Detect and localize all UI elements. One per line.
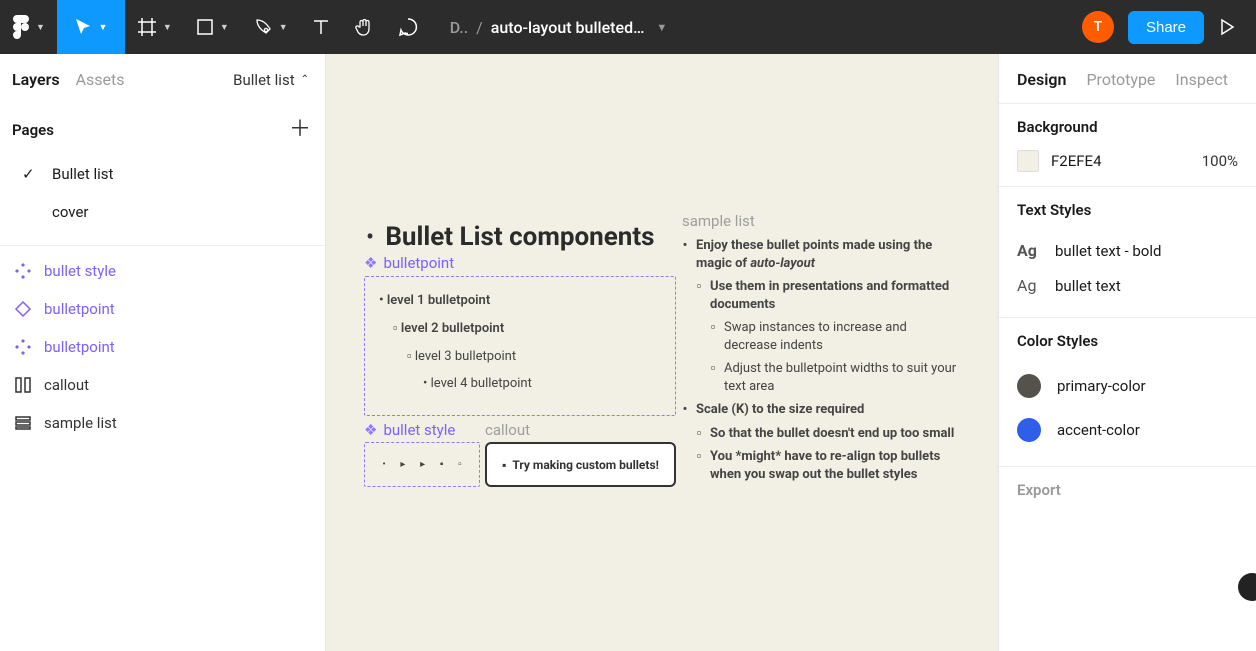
check-icon: ✓ (22, 165, 38, 183)
level-2-row: ▫ level 2 bulletpoint (379, 314, 661, 342)
sample-list-frame[interactable]: •Enjoy these bullet points made using th… (682, 234, 962, 487)
comment-tool-button[interactable] (386, 0, 430, 54)
tab-prototype[interactable]: Prototype (1086, 70, 1155, 89)
level-4-row: • level 4 bulletpoint (379, 370, 661, 397)
color-swatch[interactable] (1017, 150, 1039, 172)
rectangle-icon (196, 18, 214, 36)
frame-tool-button[interactable]: ▼ (125, 0, 184, 54)
component-icon: ❖ (364, 254, 377, 272)
page-selector[interactable]: Bullet list ⌃ (233, 71, 309, 89)
chevron-down-icon: ▼ (163, 22, 172, 33)
bullet-variant: ▸ (420, 459, 425, 470)
main-menu-button[interactable]: ▼ (0, 0, 57, 54)
pen-icon (253, 17, 273, 37)
layer-item[interactable]: bulletpoint (0, 328, 325, 366)
level-3-row: ▫ level 3 bulletpoint (379, 342, 661, 370)
tab-layers[interactable]: Layers (12, 70, 60, 89)
component-icon (14, 338, 32, 356)
play-icon (1218, 18, 1236, 36)
chevron-down-icon: ▼ (656, 21, 667, 34)
tab-assets[interactable]: Assets (76, 70, 125, 89)
share-button[interactable]: Share (1128, 11, 1204, 44)
background-color-row[interactable]: F2EFE4 100% (1017, 150, 1238, 172)
right-panel: Design Prototype Inspect Background F2EF… (998, 54, 1256, 651)
top-toolbar: ▼ ▼ ▼ ▼ ▼ D.. / auto-layout bulleted… ▼ … (0, 0, 1256, 54)
bulletpoint-component-frame[interactable]: • level 1 bulletpoint ▫ level 2 bulletpo… (364, 276, 676, 416)
file-name: auto-layout bulleted… (491, 18, 645, 37)
page-item[interactable]: cover (0, 193, 325, 231)
tab-inspect[interactable]: Inspect (1175, 70, 1228, 89)
comment-icon (398, 17, 418, 37)
breadcrumb-separator: / (476, 18, 483, 37)
pages-header: Pages (12, 121, 54, 139)
background-hex: F2EFE4 (1051, 152, 1102, 170)
bullet-variant: ▸ (400, 459, 405, 470)
bullet-variant: • (382, 459, 385, 470)
tab-design[interactable]: Design (1017, 70, 1066, 89)
text-style-item[interactable]: Ag bullet text (1017, 268, 1238, 303)
frame-icon (137, 17, 157, 37)
layer-item[interactable]: bullet style (0, 252, 325, 290)
callout-frame[interactable]: ▪ Try making custom bullets! (485, 442, 676, 487)
text-tool-button[interactable] (300, 0, 342, 54)
left-panel: Layers Assets Bullet list ⌃ Pages ＋ ✓ Bu… (0, 54, 326, 651)
add-page-button[interactable]: ＋ (289, 119, 311, 141)
color-circle (1017, 374, 1041, 398)
ag-icon: Ag (1017, 276, 1041, 295)
hand-tool-button[interactable] (342, 0, 386, 54)
bullet-icon: • (366, 223, 374, 251)
chevron-down-icon: ▼ (98, 22, 107, 33)
figma-logo-icon (12, 15, 30, 39)
chevron-down-icon: ▼ (220, 22, 229, 33)
layer-item[interactable]: callout (0, 366, 325, 404)
bullet-variant: ▫ (458, 459, 462, 470)
component-icon: ❖ (364, 421, 377, 439)
color-style-item[interactable]: accent-color (1017, 408, 1238, 452)
export-section[interactable]: Export (999, 466, 1256, 513)
color-circle (1017, 418, 1041, 442)
chevron-up-icon: ⌃ (301, 74, 309, 85)
background-header: Background (1017, 118, 1238, 136)
move-tool-button[interactable]: ▼ (57, 0, 125, 54)
frame-label-bulletstyle[interactable]: ❖ bullet style (364, 421, 455, 439)
ag-icon: Ag (1017, 241, 1041, 260)
breadcrumb-project: D.. (450, 18, 468, 37)
background-opacity: 100% (1202, 152, 1238, 170)
user-avatar[interactable]: T (1082, 11, 1114, 43)
document-title[interactable]: D.. / auto-layout bulleted… ▼ (430, 0, 1072, 54)
text-styles-header: Text Styles (1017, 201, 1238, 219)
color-style-item[interactable]: primary-color (1017, 364, 1238, 408)
layer-item[interactable]: bulletpoint (0, 290, 325, 328)
chevron-down-icon: ▼ (279, 22, 288, 33)
diamond-outline-icon (14, 300, 32, 318)
layer-item[interactable]: sample list (0, 404, 325, 442)
canvas[interactable]: • Bullet List components ❖ bulletpoint •… (326, 54, 998, 651)
cursor-icon (74, 18, 92, 36)
frame-label-bulletpoint[interactable]: ❖ bulletpoint (364, 254, 454, 272)
bullet-variant: ▪ (440, 459, 444, 470)
bullet-style-component-frame[interactable]: • ▸ ▸ ▪ ▫ (364, 442, 480, 487)
page-item[interactable]: ✓ Bullet list (0, 155, 325, 193)
shape-tool-button[interactable]: ▼ (184, 0, 241, 54)
color-styles-header: Color Styles (1017, 332, 1238, 350)
text-icon (312, 18, 330, 36)
canvas-heading: Bullet List components (385, 222, 654, 252)
hand-icon (354, 17, 374, 37)
present-button[interactable] (1218, 18, 1236, 36)
text-style-item[interactable]: Ag bullet text - bold (1017, 233, 1238, 268)
frame-label-callout[interactable]: callout (485, 421, 530, 439)
frame-label-sample[interactable]: sample list (682, 212, 755, 230)
callout-frame-icon (14, 376, 32, 394)
level-1-row: • level 1 bulletpoint (379, 287, 661, 314)
chevron-down-icon: ▼ (36, 22, 45, 33)
bullet-icon: ▪ (502, 458, 506, 472)
help-button[interactable] (1238, 573, 1256, 601)
autolayout-frame-icon (14, 414, 32, 432)
pen-tool-button[interactable]: ▼ (241, 0, 300, 54)
component-icon (14, 262, 32, 280)
